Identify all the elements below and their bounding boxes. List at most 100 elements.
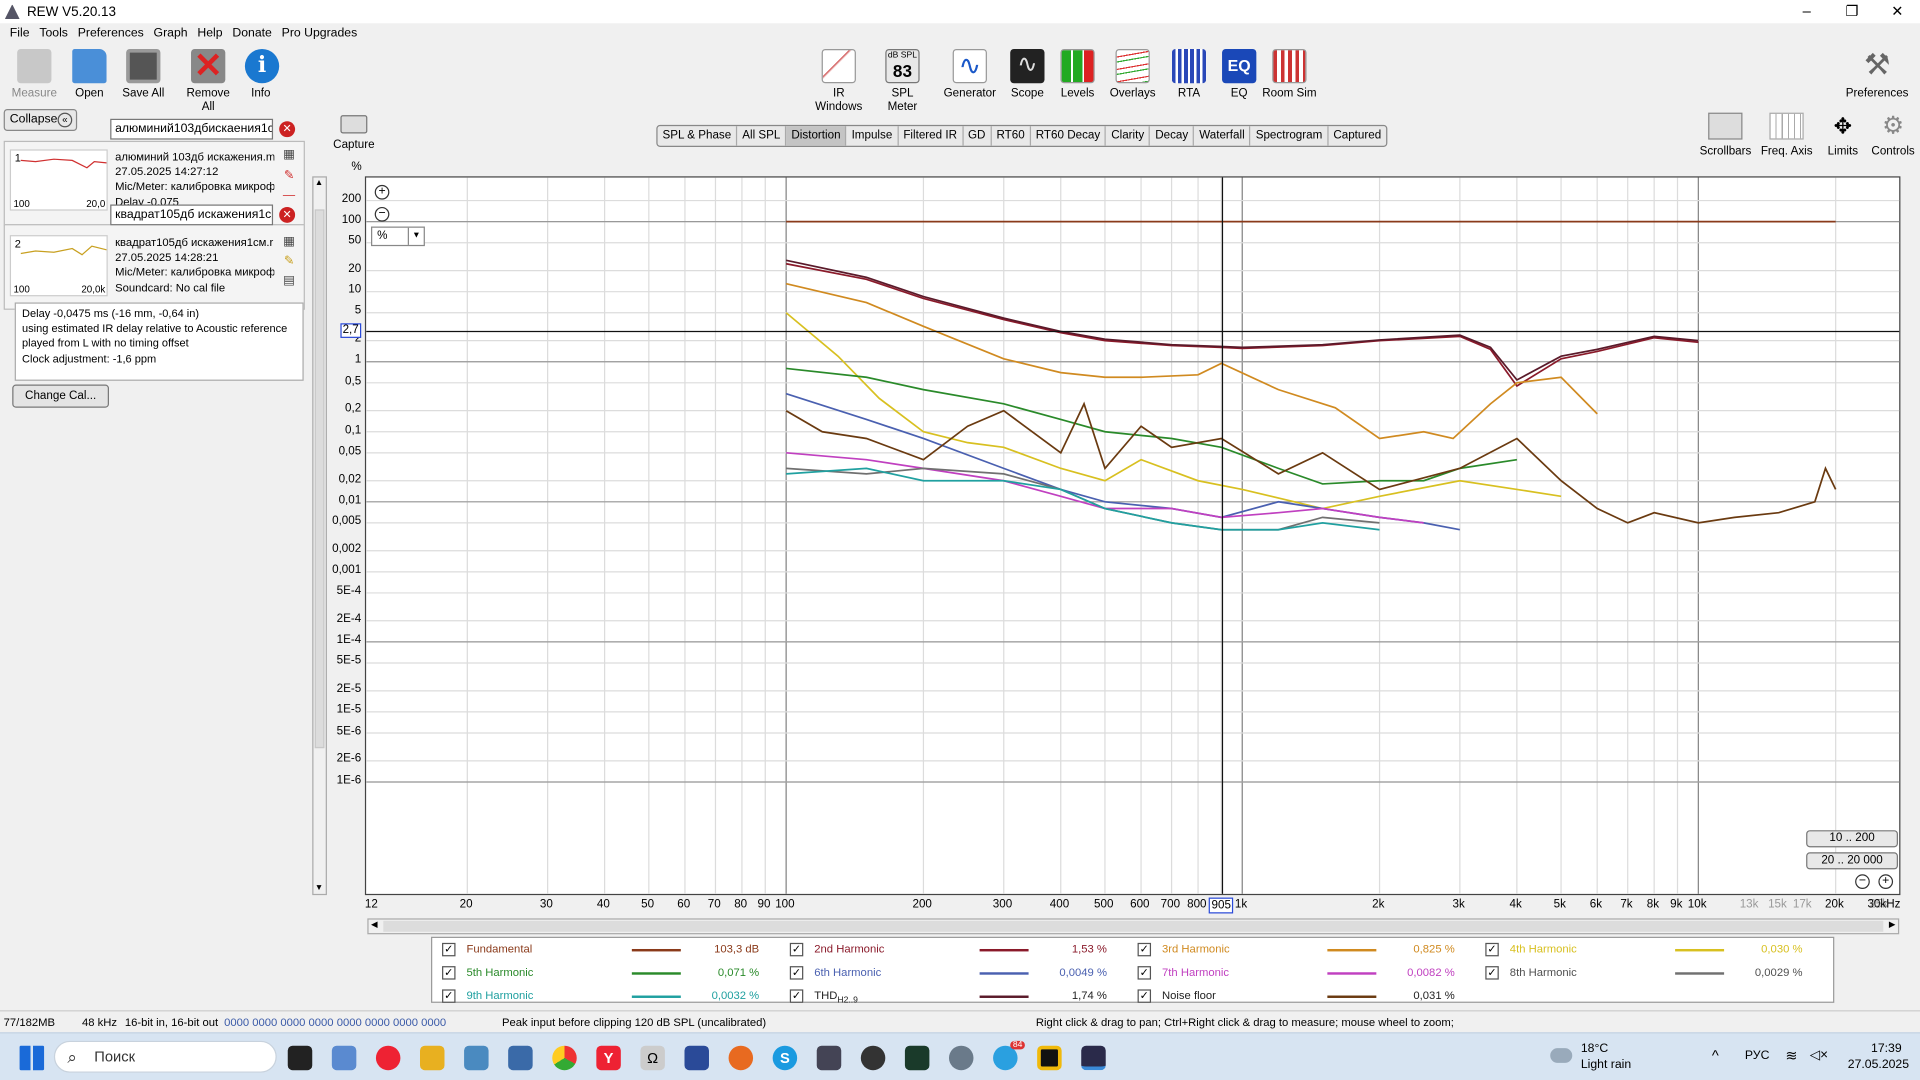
measure-button[interactable]: Measure [10, 48, 59, 100]
character-map-icon[interactable]: Ω [640, 1045, 665, 1071]
clock-date[interactable]: 27.05.2025 [1848, 1058, 1909, 1071]
audio-app-icon[interactable] [860, 1045, 886, 1071]
collapse-button[interactable]: Collapse « [3, 108, 78, 132]
zoom-out-icon[interactable]: − [1855, 874, 1870, 889]
horizontal-scroll-thumb[interactable] [383, 920, 1884, 932]
freq-axis-button[interactable]: Freq. Axis [1761, 112, 1813, 158]
measurement-name-2[interactable]: квадрат105дб искажения1см [110, 204, 274, 226]
generator-button[interactable]: ∿ Generator [942, 48, 998, 100]
tab-decay[interactable]: Decay [1150, 126, 1195, 146]
open-button[interactable]: Open [69, 48, 111, 100]
tab-distortion[interactable]: Distortion [786, 126, 847, 146]
tab-rt60-decay[interactable]: RT60 Decay [1031, 126, 1107, 146]
scope-button[interactable]: ∿ Scope [1008, 48, 1047, 100]
tab-gd[interactable]: GD [963, 126, 992, 146]
speaker-muted-icon[interactable]: ◁× [1810, 1047, 1828, 1063]
remote-desktop-icon[interactable] [464, 1045, 489, 1071]
wifi-icon[interactable]: ≋ [1785, 1047, 1797, 1064]
overlays-button[interactable]: Overlays [1107, 48, 1158, 100]
close-button[interactable]: ✕ [1875, 0, 1920, 23]
legend-checkbox[interactable]: ✓ [789, 942, 804, 957]
tab-filtered-ir[interactable]: Filtered IR [898, 126, 964, 146]
tab-spl-phase[interactable]: SPL & Phase [658, 126, 738, 146]
remove-measurement-1-icon[interactable]: ✕ [279, 121, 296, 138]
eq-button[interactable]: EQ EQ [1222, 48, 1257, 100]
rta-button[interactable]: RTA [1171, 48, 1208, 100]
legend-checkbox[interactable]: ✓ [1137, 966, 1152, 980]
binance-icon[interactable] [1037, 1045, 1062, 1071]
menu-graph[interactable]: Graph [154, 27, 188, 40]
scrollbars-button[interactable]: Scrollbars [1700, 112, 1751, 158]
language-indicator[interactable]: РУС [1745, 1049, 1770, 1062]
menu-donate[interactable]: Donate [232, 27, 271, 40]
remove-measurement-2-icon[interactable]: ✕ [279, 206, 296, 223]
spl-meter-button[interactable]: dB SPL 83 SPL Meter [876, 48, 930, 114]
start-icon[interactable] [19, 1045, 45, 1071]
levels-button[interactable]: Levels [1056, 48, 1100, 100]
tab-spectrogram[interactable]: Spectrogram [1251, 126, 1329, 146]
tab-impulse[interactable]: Impulse [847, 126, 899, 146]
legend-checkbox[interactable]: ✓ [442, 942, 456, 957]
tray-chevron-icon[interactable]: ^ [1712, 1047, 1719, 1064]
tab-captured[interactable]: Captured [1328, 126, 1386, 146]
change-cal-button[interactable]: Change Cal... [12, 384, 109, 408]
menu-file[interactable]: File [10, 27, 30, 40]
scroll-left-icon[interactable]: ◀ [371, 920, 378, 930]
tab-waterfall[interactable]: Waterfall [1194, 126, 1251, 146]
terminal-icon[interactable] [904, 1045, 930, 1071]
folder-icon[interactable] [420, 1045, 445, 1071]
tab-rt60[interactable]: RT60 [992, 126, 1031, 146]
notes-icon[interactable] [684, 1045, 709, 1071]
zoom-in-icon[interactable]: + [374, 184, 390, 200]
task-view-icon[interactable] [287, 1045, 313, 1071]
pen-icon[interactable]: ✎ [282, 169, 297, 184]
clock-time[interactable]: 17:39 [1871, 1042, 1902, 1055]
controls-button[interactable]: ⚙ Controls [1871, 113, 1915, 158]
legend-checkbox[interactable]: ✓ [1485, 942, 1499, 957]
tab-clarity[interactable]: Clarity [1106, 126, 1151, 146]
menu-pro-upgrades[interactable]: Pro Upgrades [282, 27, 358, 40]
measurement-card-2[interactable]: 2 100 20,0k квадрат105дб искажения1см.r … [3, 224, 305, 310]
unit-select[interactable]: % ▼ [371, 226, 425, 247]
calculator-icon[interactable] [508, 1045, 533, 1071]
preferences-button[interactable]: ⚒ Preferences [1844, 49, 1910, 100]
legend-checkbox[interactable]: ✓ [1485, 966, 1499, 980]
taskbar-search[interactable]: ⌕ Поиск [53, 1040, 277, 1073]
menu-tools[interactable]: Tools [39, 27, 68, 40]
menu-preferences[interactable]: Preferences [78, 27, 144, 40]
zoom-in-icon[interactable]: + [1878, 874, 1894, 889]
save-all-button[interactable]: Save All [120, 48, 167, 100]
zoom-20-20000-button[interactable]: 20 .. 20 000 [1806, 852, 1898, 870]
rew-taskbar-icon[interactable] [1081, 1045, 1106, 1071]
zoom-10-200-button[interactable]: 10 .. 200 [1806, 830, 1898, 848]
distortion-plot[interactable]: + − 10 .. 200 20 .. 20 000 − + [364, 176, 1901, 896]
horizontal-scrollbar[interactable]: ◀ ▶ [367, 918, 1900, 935]
yandex-icon[interactable]: Y [596, 1045, 621, 1071]
capture-button[interactable]: Capture [333, 115, 375, 152]
mixer-icon[interactable] [816, 1045, 842, 1071]
maximize-button[interactable]: ❐ [1829, 0, 1874, 23]
remove-all-button[interactable]: ✕ Remove All [179, 48, 238, 114]
legend-checkbox[interactable]: ✓ [789, 989, 804, 1003]
explorer-app-icon[interactable] [331, 1045, 357, 1071]
room-sim-button[interactable]: Room Sim [1261, 48, 1317, 100]
skype-icon[interactable]: S [772, 1045, 798, 1071]
limits-button[interactable]: ✥ Limits [1825, 113, 1862, 158]
menu-help[interactable]: Help [197, 27, 222, 40]
graph-icon[interactable]: ▦ [282, 235, 297, 250]
tab-all-spl[interactable]: All SPL [737, 126, 787, 146]
legend-checkbox[interactable]: ✓ [789, 966, 804, 980]
chrome-icon[interactable] [552, 1045, 577, 1071]
settings-icon[interactable] [948, 1045, 974, 1071]
yandex-browser-icon[interactable] [375, 1045, 401, 1071]
ir-windows-button[interactable]: IR Windows [808, 48, 869, 114]
telegram-icon[interactable]: 84 [993, 1040, 1025, 1071]
scroll-right-icon[interactable]: ▶ [1889, 920, 1896, 930]
document-icon[interactable]: ▤ [282, 274, 297, 289]
legend-checkbox[interactable]: ✓ [1137, 989, 1152, 1003]
zoom-out-icon[interactable]: − [374, 206, 390, 222]
legend-checkbox[interactable]: ✓ [442, 989, 456, 1003]
firefox-icon[interactable] [728, 1045, 754, 1071]
measurement-name-1[interactable]: алюминий103дбискаения1см [110, 118, 274, 140]
legend-checkbox[interactable]: ✓ [442, 966, 456, 980]
